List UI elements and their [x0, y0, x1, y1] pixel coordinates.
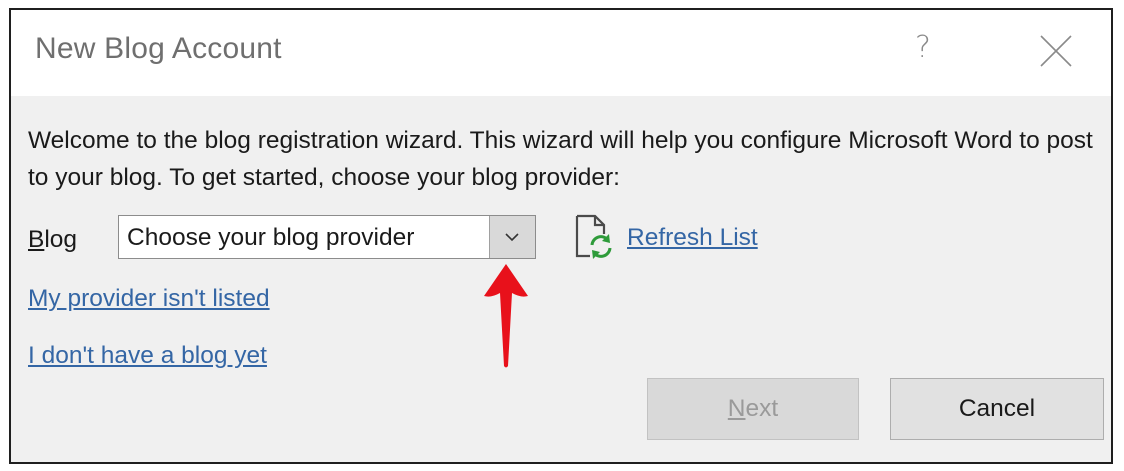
cancel-button[interactable]: Cancel	[890, 378, 1104, 440]
red-arrow-icon	[484, 264, 528, 368]
blog-label: Blog	[28, 226, 77, 254]
chevron-down-icon	[505, 233, 519, 242]
no-blog-yet-link[interactable]: I don't have a blog yet	[28, 342, 267, 370]
refresh-list-link[interactable]: Refresh List	[627, 224, 758, 252]
document-refresh-icon[interactable]	[573, 214, 613, 260]
close-icon	[1040, 35, 1072, 67]
next-accesskey: N	[727, 395, 746, 422]
next-label-rest: ext	[745, 395, 779, 422]
new-blog-account-dialog: New Blog Account ? Welcome to the blog r…	[9, 8, 1113, 464]
dropdown-button[interactable]	[489, 216, 535, 258]
blog-provider-select[interactable]: Choose your blog provider	[118, 215, 536, 259]
blog-label-rest: log	[44, 226, 78, 253]
provider-not-listed-link[interactable]: My provider isn't listed	[28, 285, 270, 313]
blog-label-accesskey: B	[28, 226, 45, 253]
welcome-text: Welcome to the blog registration wizard.…	[28, 127, 1093, 191]
help-button[interactable]: ?	[903, 28, 943, 68]
title-bar: New Blog Account ?	[11, 10, 1111, 96]
dialog-body: Welcome to the blog registration wizard.…	[11, 96, 1111, 462]
next-button[interactable]: Next	[647, 378, 859, 440]
close-button[interactable]	[1037, 32, 1075, 70]
blog-provider-value: Choose your blog provider	[127, 224, 415, 251]
dialog-title: New Blog Account	[35, 32, 282, 65]
